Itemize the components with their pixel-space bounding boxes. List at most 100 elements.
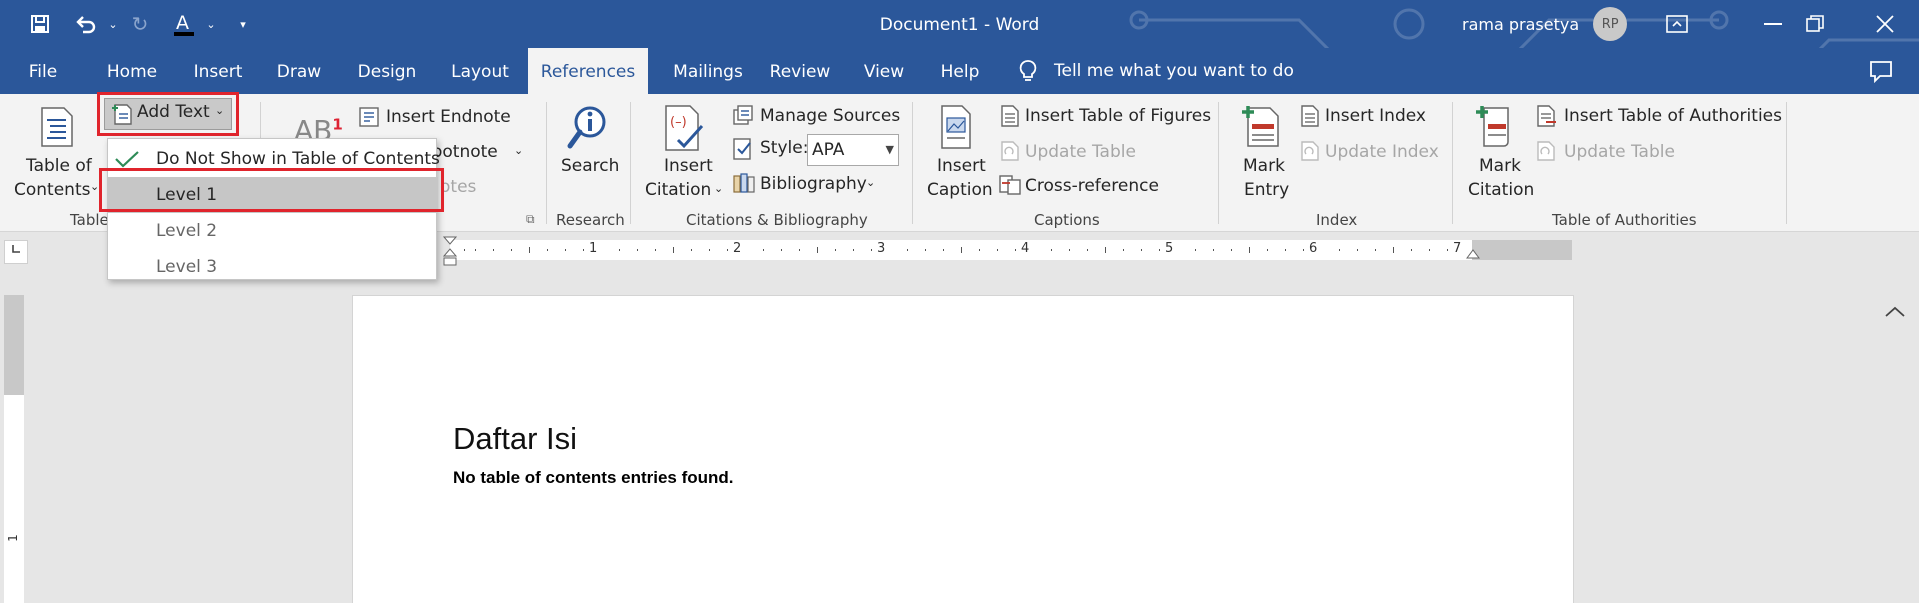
ruler-number: 5 bbox=[1165, 241, 1174, 256]
tab-draw[interactable]: Draw bbox=[266, 48, 332, 94]
captions-group-label: Captions bbox=[1034, 211, 1100, 229]
mark-entry-button-line2[interactable]: Entry bbox=[1244, 180, 1289, 200]
restore-icon[interactable] bbox=[1780, 0, 1850, 48]
ruler-tick bbox=[1447, 249, 1448, 251]
ruler-tick bbox=[1159, 249, 1160, 251]
ruler-tick bbox=[1231, 249, 1232, 251]
insert-citation-chevron-icon[interactable]: ⌄ bbox=[714, 182, 723, 195]
tab-insert[interactable]: Insert bbox=[184, 48, 252, 94]
menu-item-level-3[interactable]: Level 3 bbox=[108, 249, 438, 285]
quick-access-toolbar: ⌄ ↻ A ⌄ ▾ bbox=[0, 0, 252, 48]
menu-item-label: Do Not Show in Table of Contents bbox=[156, 149, 440, 169]
top-margin-area bbox=[4, 295, 24, 395]
show-notes-button[interactable]: otes bbox=[440, 177, 476, 197]
undo-dropdown-icon[interactable]: ⌄ bbox=[104, 0, 122, 48]
insert-table-of-authorities-button[interactable]: Insert Table of Authorities bbox=[1564, 106, 1782, 126]
group-separator bbox=[630, 102, 631, 224]
ribbon-tabs: File Home Insert Draw Design Layout Refe… bbox=[0, 48, 1919, 94]
font-color-icon[interactable]: A bbox=[166, 0, 202, 48]
citation-style-select[interactable]: APA ▼ bbox=[807, 134, 899, 166]
ruler-tick bbox=[943, 249, 944, 251]
left-indent-marker-icon[interactable] bbox=[443, 236, 457, 268]
tab-references[interactable]: References bbox=[528, 48, 648, 94]
right-indent-marker-icon[interactable] bbox=[1466, 246, 1480, 260]
search-button[interactable]: Search bbox=[561, 156, 619, 176]
mark-citation-button[interactable]: Mark bbox=[1479, 156, 1521, 176]
tab-help[interactable]: Help bbox=[934, 48, 986, 94]
update-index-icon bbox=[1301, 141, 1319, 161]
save-icon[interactable] bbox=[22, 0, 58, 48]
ribbon-display-options-icon[interactable] bbox=[1642, 0, 1712, 48]
insert-index-button[interactable]: Insert Index bbox=[1325, 106, 1426, 126]
tab-home[interactable]: Home bbox=[94, 48, 170, 94]
menu-item-level-2[interactable]: Level 2 bbox=[108, 213, 438, 249]
footnotes-dialog-launcher-icon[interactable]: ⧉ bbox=[526, 212, 535, 227]
update-index-button[interactable]: Update Index bbox=[1325, 142, 1439, 162]
collapse-ribbon-icon[interactable] bbox=[1884, 306, 1906, 322]
insert-table-of-figures-icon bbox=[1001, 105, 1019, 127]
ruler-number: 2 bbox=[733, 241, 742, 256]
tab-mailings[interactable]: Mailings bbox=[658, 48, 758, 94]
tab-review[interactable]: Review bbox=[762, 48, 838, 94]
redo-icon[interactable]: ↻ bbox=[122, 0, 158, 48]
user-account[interactable]: rama prasetya RP bbox=[1462, 0, 1628, 48]
horizontal-ruler[interactable] bbox=[450, 240, 1572, 260]
ruler-tick bbox=[835, 249, 836, 251]
table-of-contents-button[interactable]: Table of bbox=[26, 156, 92, 176]
bibliography-icon bbox=[733, 173, 755, 193]
insert-caption-button[interactable]: Insert bbox=[937, 156, 986, 176]
tell-me-search[interactable]: Tell me what you want to do bbox=[1018, 48, 1294, 94]
document-page[interactable]: Daftar Isi No table of contents entries … bbox=[352, 295, 1574, 603]
tab-selector[interactable] bbox=[4, 240, 28, 264]
insert-citation-button-line2[interactable]: Citation bbox=[645, 180, 711, 200]
group-separator bbox=[1786, 102, 1787, 224]
ruler-tick bbox=[673, 247, 674, 253]
insert-table-of-figures-button[interactable]: Insert Table of Figures bbox=[1025, 106, 1211, 126]
ruler-tick bbox=[1267, 249, 1268, 251]
add-text-highlight bbox=[97, 92, 239, 136]
table-of-contents-button-line2[interactable]: Contents bbox=[14, 180, 90, 200]
tab-file[interactable]: File bbox=[16, 48, 70, 94]
toc-dropdown-chevron-icon[interactable]: ⌄ bbox=[90, 180, 99, 193]
ruler-tick bbox=[619, 249, 620, 251]
insert-endnote-button[interactable]: Insert Endnote bbox=[386, 107, 511, 127]
font-color-dropdown-icon[interactable]: ⌄ bbox=[202, 0, 220, 48]
ruler-tick bbox=[1015, 249, 1016, 251]
insert-endnote-icon bbox=[359, 107, 379, 127]
ruler-number: 1 bbox=[589, 241, 598, 256]
update-table-button[interactable]: Update Table bbox=[1025, 142, 1136, 162]
undo-icon[interactable] bbox=[68, 0, 104, 48]
ruler-tick bbox=[637, 249, 638, 251]
close-icon[interactable] bbox=[1850, 0, 1919, 48]
next-footnote-chevron-icon[interactable]: ⌄ bbox=[514, 144, 523, 157]
update-authorities-table-button[interactable]: Update Table bbox=[1564, 142, 1675, 162]
cross-reference-button[interactable]: Cross-reference bbox=[1025, 176, 1159, 196]
toc-empty-message[interactable]: No table of contents entries found. bbox=[453, 468, 734, 488]
insert-citation-button[interactable]: Insert bbox=[664, 156, 713, 176]
ruler-tick bbox=[1213, 249, 1214, 251]
customize-qat-icon[interactable]: ▾ bbox=[234, 0, 252, 48]
tab-view[interactable]: View bbox=[856, 48, 912, 94]
mark-entry-icon bbox=[1242, 106, 1279, 147]
ruler-tick bbox=[961, 247, 962, 253]
tab-design[interactable]: Design bbox=[344, 48, 430, 94]
insert-caption-button-line2[interactable]: Caption bbox=[927, 180, 993, 200]
comments-icon[interactable] bbox=[1868, 58, 1894, 84]
ruler-tick bbox=[1105, 247, 1106, 253]
ruler-tick bbox=[799, 249, 800, 251]
manage-sources-button[interactable]: Manage Sources bbox=[760, 106, 900, 126]
ruler-tick bbox=[781, 249, 782, 251]
ruler-tick bbox=[1249, 247, 1250, 253]
mark-citation-button-line2[interactable]: Citation bbox=[1468, 180, 1534, 200]
tab-layout[interactable]: Layout bbox=[440, 48, 520, 94]
toc-heading[interactable]: Daftar Isi bbox=[453, 421, 577, 457]
bibliography-button[interactable]: Bibliography bbox=[760, 174, 867, 194]
style-label: Style: bbox=[760, 138, 809, 158]
bibliography-chevron-icon[interactable]: ⌄ bbox=[866, 176, 875, 189]
ruler-tick bbox=[1429, 249, 1430, 251]
vertical-ruler[interactable]: 1 bbox=[4, 295, 24, 603]
mark-entry-button[interactable]: Mark bbox=[1243, 156, 1285, 176]
ruler-tick bbox=[583, 249, 584, 251]
avatar[interactable]: RP bbox=[1593, 7, 1628, 41]
next-footnote-button[interactable]: ootnote bbox=[432, 142, 498, 162]
